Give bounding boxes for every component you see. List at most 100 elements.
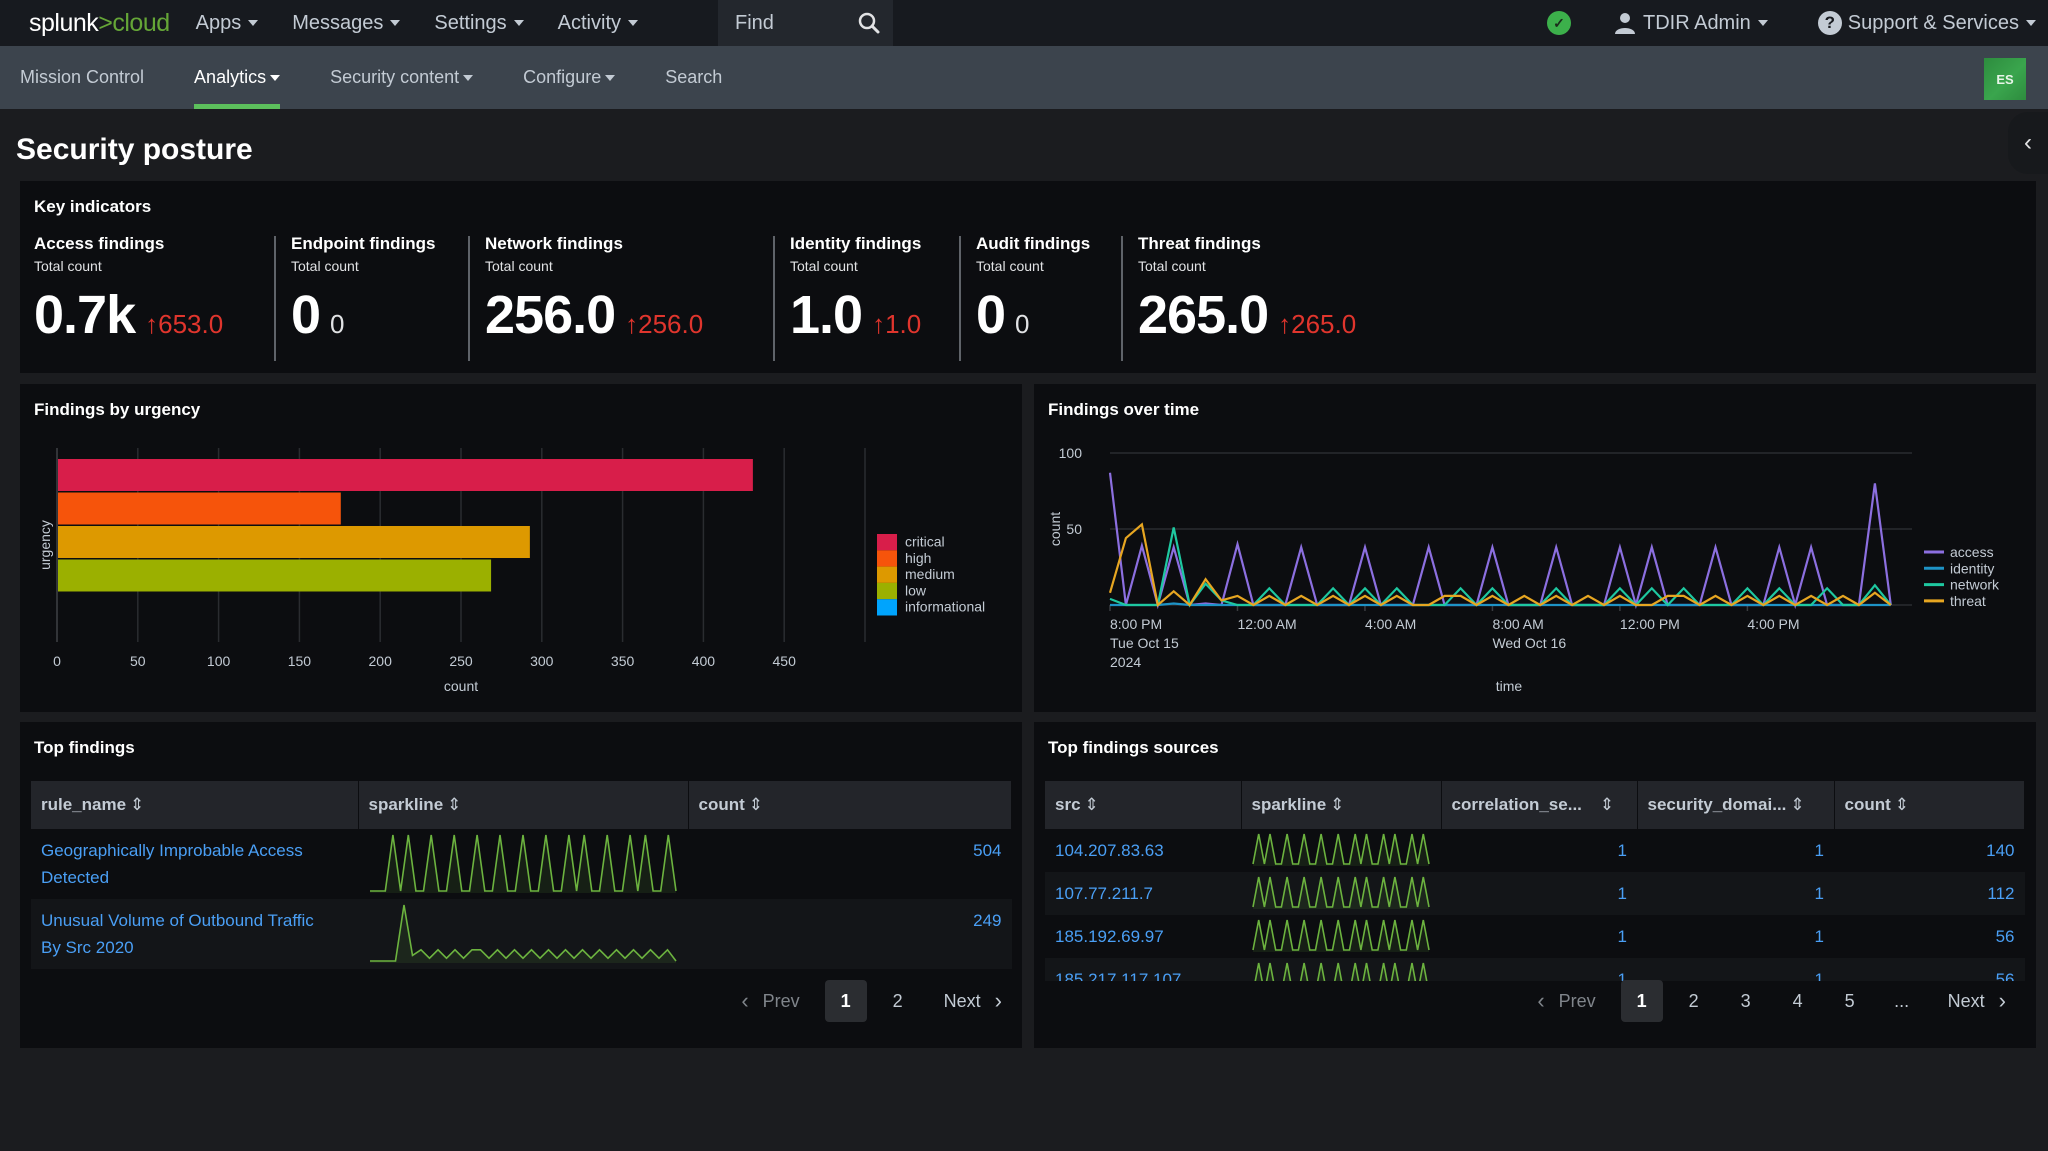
column-header-src[interactable]: src ⇕ [1045, 781, 1242, 829]
kpi-network[interactable]: Network findings Total count 256.0 ↑256.… [485, 234, 703, 346]
chevron-right-icon: › [1998, 988, 2006, 1013]
messages-menu-label: Messages [292, 11, 384, 34]
count-link[interactable]: 249 [688, 899, 1012, 969]
legend-swatch-low [877, 582, 897, 600]
kpi-access[interactable]: Access findings Total count 0.7k ↑653.0 [34, 234, 223, 346]
src-link[interactable]: 185.192.69.97 [1045, 915, 1241, 958]
correlation-search-link[interactable]: 1 [1441, 958, 1637, 981]
nav-search[interactable]: Search [665, 46, 722, 109]
key-indicators-panel: Key indicators Access findings Total cou… [20, 181, 2036, 373]
rule-name-link[interactable]: Geographically Improbable Access Detecte… [31, 829, 358, 899]
correlation-search-link[interactable]: 1 [1441, 872, 1637, 915]
sort-icon: ⇕ [1330, 795, 1345, 814]
legend-label-medium[interactable]: medium [905, 566, 955, 582]
kpi-delta: 0 [1015, 309, 1029, 340]
series-line-access[interactable] [1108, 472, 1892, 610]
src-link[interactable]: 185.217.117.107 [1045, 958, 1241, 981]
header-label: sparkline [1251, 795, 1327, 814]
count-link[interactable]: 56 [1834, 915, 2025, 958]
column-header-sparkline[interactable]: sparkline ⇕ [358, 781, 689, 829]
collapse-panel-button[interactable]: ‹ [2008, 112, 2048, 174]
src-link[interactable]: 107.77.211.7 [1045, 872, 1241, 915]
prev-page-button[interactable]: ‹ Prev [741, 988, 799, 1014]
column-header-count[interactable]: count ⇕ [688, 781, 1012, 829]
kpi-threat[interactable]: Threat findings Total count 265.0 ↑265.0 [1138, 234, 1356, 346]
nav-analytics[interactable]: Analytics [194, 46, 281, 109]
page-button-5[interactable]: 5 [1829, 980, 1871, 1022]
page-button-1[interactable]: 1 [1620, 980, 1663, 1022]
correlation-search-link[interactable]: 1 [1441, 829, 1637, 872]
security-domain-link[interactable]: 1 [1637, 915, 1834, 958]
legend-label-high[interactable]: high [905, 550, 931, 566]
page-button-3[interactable]: 3 [1725, 980, 1767, 1022]
splunk-cloud-logo[interactable]: splunk>cloud [29, 9, 170, 38]
security-domain-link[interactable]: 1 [1637, 958, 1834, 981]
legend-label-threat[interactable]: threat [1950, 593, 1986, 609]
column-header-security-domain[interactable]: security_domai... ⇕ [1637, 781, 1835, 829]
column-header-correlation-search[interactable]: correlation_se... ⇕ [1441, 781, 1638, 829]
kpi-divider [773, 236, 775, 361]
page-button-4[interactable]: 4 [1777, 980, 1819, 1022]
es-app-badge[interactable]: ES [1984, 58, 2026, 100]
column-header-sparkline[interactable]: sparkline ⇕ [1241, 781, 1442, 829]
header-label: rule_name [41, 795, 127, 814]
legend-label-critical[interactable]: critical [905, 534, 945, 550]
user-name: TDIR Admin [1642, 11, 1751, 34]
kpi-delta: ↑1.0 [872, 309, 921, 340]
sources-table-scroll[interactable]: src ⇕ sparkline ⇕ correlation_se... ⇕ secur… [1045, 781, 2025, 981]
nav-configure[interactable]: Configure [523, 46, 616, 109]
find-search-box[interactable]: Find [718, 0, 893, 46]
rule-name-link[interactable]: Unusual Volume of Outbound Traffic By Sr… [31, 899, 358, 969]
count-link[interactable]: 112 [1834, 872, 2025, 915]
sparkline-cell [358, 899, 688, 969]
kpi-identity[interactable]: Identity findings Total count 1.0 ↑1.0 [790, 234, 921, 346]
page-button-2[interactable]: 2 [1673, 980, 1715, 1022]
activity-menu-label: Activity [557, 11, 621, 34]
caret-down-icon [463, 74, 474, 81]
legend-label-network[interactable]: network [1950, 577, 2000, 593]
legend-label-informational[interactable]: informational [905, 599, 985, 615]
kpi-audit[interactable]: Audit findings Total count 0 0 [976, 234, 1090, 346]
count-link[interactable]: 56 [1834, 958, 2025, 981]
bar-high[interactable] [58, 492, 341, 525]
search-icon[interactable] [857, 11, 881, 35]
settings-menu[interactable]: Settings [434, 12, 524, 35]
legend-label-access[interactable]: access [1950, 544, 1994, 560]
column-header-count[interactable]: count ⇕ [1834, 781, 2025, 829]
src-link[interactable]: 104.207.83.63 [1045, 829, 1241, 872]
page-button-2[interactable]: 2 [877, 980, 919, 1022]
column-header-rule-name[interactable]: rule_name ⇕ [31, 781, 359, 829]
security-domain-link[interactable]: 1 [1637, 872, 1834, 915]
kpi-divider [959, 236, 961, 361]
bar-critical[interactable] [58, 459, 753, 491]
count-link[interactable]: 140 [1834, 829, 2025, 872]
y-axis-label: count [1047, 512, 1063, 546]
next-page-button[interactable]: Next › [944, 988, 1002, 1014]
security-domain-link[interactable]: 1 [1637, 829, 1834, 872]
nav-mission-control[interactable]: Mission Control [20, 46, 144, 109]
count-link[interactable]: 504 [688, 829, 1012, 899]
legend-label-identity[interactable]: identity [1950, 560, 1994, 576]
support-services-menu[interactable]: ? Support & Services [1817, 11, 2036, 35]
next-page-button[interactable]: Next › [1948, 988, 2006, 1014]
nav-security-content[interactable]: Security content [330, 46, 474, 109]
bar-low[interactable] [58, 559, 492, 592]
panel-title: Key indicators [34, 197, 152, 216]
top-nav-menu: Apps Messages Settings Activity [196, 12, 672, 35]
kpi-endpoint[interactable]: Endpoint findings Total count 0 0 [291, 234, 435, 346]
user-menu[interactable]: TDIR Admin [1613, 11, 1768, 35]
correlation-search-link[interactable]: 1 [1441, 915, 1637, 958]
activity-menu[interactable]: Activity [558, 12, 638, 35]
kpi-value: 0 [976, 285, 1006, 345]
apps-menu[interactable]: Apps [196, 12, 259, 35]
bar-medium[interactable] [58, 526, 530, 558]
check-circle-icon[interactable]: ✓ [1546, 11, 1571, 35]
messages-menu[interactable]: Messages [292, 11, 401, 35]
sort-icon: ⇕ [1084, 795, 1099, 814]
page-button-1[interactable]: 1 [824, 980, 867, 1022]
prev-page-button[interactable]: ‹ Prev [1537, 988, 1595, 1014]
x-tick-label: Tue Oct 15 [1110, 635, 1179, 651]
kpi-sublabel: Total count [1138, 258, 1206, 274]
legend-label-low[interactable]: low [905, 582, 927, 598]
series-line-identity[interactable] [1110, 602, 1891, 607]
